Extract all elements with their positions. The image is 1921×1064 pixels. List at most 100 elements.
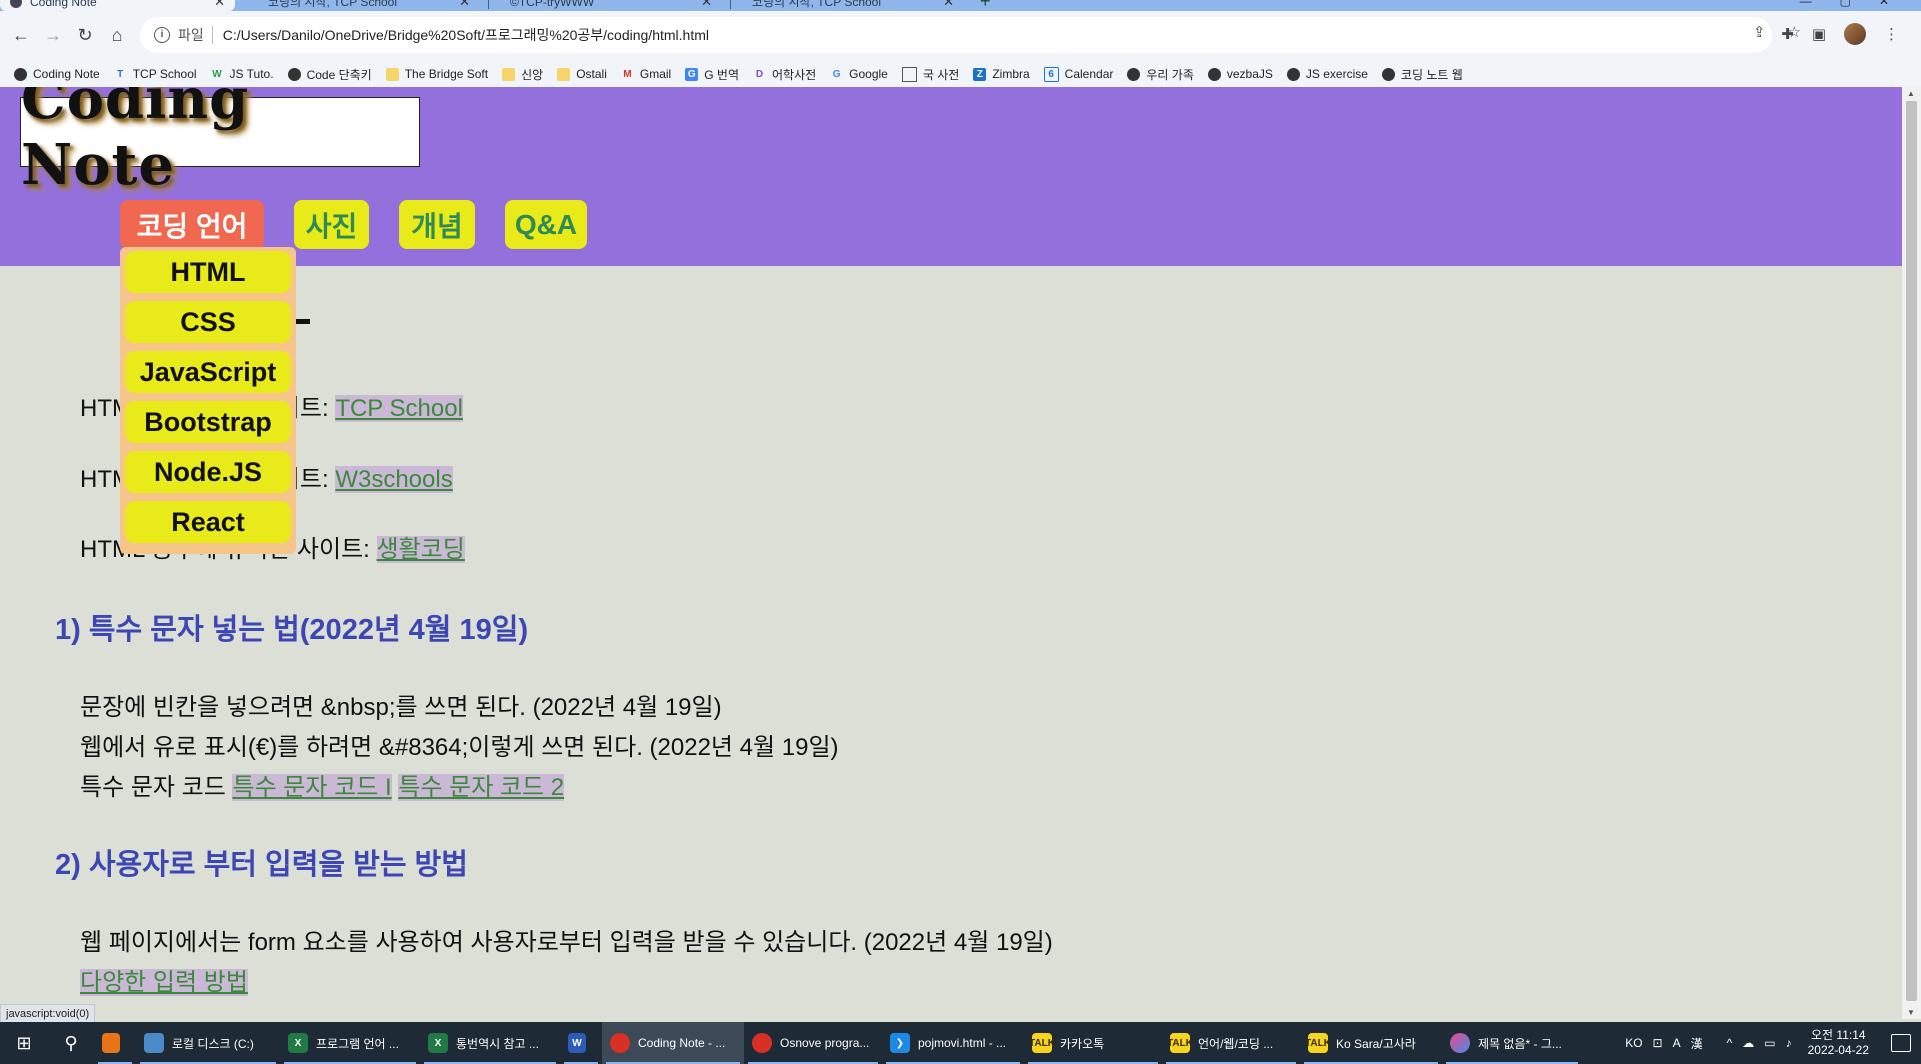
share-icon[interactable]: ⇪ [1753,23,1766,41]
link-opentutorials[interactable]: 생활코딩 [376,536,465,563]
bookmark-js-tuto[interactable]: W JS Tuto. [211,67,273,81]
maximize-icon[interactable]: ▢ [1840,0,1851,8]
ime-alpha[interactable]: A [1673,1036,1681,1050]
site-logo[interactable]: Coding Note [20,87,420,198]
t-icon: T [117,68,124,80]
taskbar-app-excel-2[interactable]: X 통번역시 참고 ... [420,1022,560,1064]
taskbar-app-file-explorer[interactable]: 로컬 디스크 (C:) [136,1022,280,1064]
taskbar-app[interactable] [94,1022,136,1064]
scroll-up-icon[interactable]: ▲ [1907,89,1915,98]
search-icon[interactable]: ⚲ [48,1022,94,1064]
link-special-chars-2[interactable]: 특수 문자 코드 2 [398,774,565,801]
bookmark-vezbajs[interactable]: vezbaJS [1207,67,1273,81]
tab-tcp-school[interactable]: 코딩의 시작, TCP School ✕ [258,0,480,11]
vertical-scrollbar[interactable]: ▲ ▼ [1902,87,1921,1019]
bookmark-coding-note-web[interactable]: 코딩 노트 웹 [1381,66,1463,83]
link-tcp-school[interactable]: TCP School [335,395,463,422]
bookmark-tcp-school[interactable]: T TCP School [114,67,196,81]
volume-icon[interactable]: ♪ [1786,1036,1792,1050]
dropdown-item-bootstrap[interactable]: Bootstrap [125,401,291,443]
tab-coding-note[interactable]: Coding Note ✕ [0,0,235,11]
reload-icon[interactable]: ↻ [74,24,96,46]
bookmark-folder-faith[interactable]: 신앙 [502,66,543,83]
link-w3schools[interactable]: W3schools [335,466,453,493]
taskbar-app-excel[interactable]: X 프로그램 언어 ... [280,1022,420,1064]
calendar-icon: 6 [1043,66,1059,82]
dropdown-item-html[interactable]: HTML [125,251,291,293]
taskbar-app-kakaotalk[interactable]: TALK 카카오톡 [1024,1022,1162,1064]
dropdown-item-css[interactable]: CSS [125,301,291,343]
taskbar-app-chrome-coding-note[interactable]: Coding Note - ... [602,1022,744,1064]
taskbar-app-chrome-osnove[interactable]: Osnove progra... [744,1022,882,1064]
dropdown-item-nodejs[interactable]: Node.JS [125,451,291,493]
notification-icon[interactable] [1891,1034,1911,1052]
ime-hanja[interactable]: 漢 [1691,1035,1703,1052]
bookmark-label: Ostali [576,67,607,81]
paragraph-line: 웹 페이지에서는 form 요소를 사용하여 사용자로부터 입력을 받을 수 있… [80,929,1053,956]
close-icon[interactable]: ✕ [214,0,225,10]
clock[interactable]: 오전 11:14 2022-04-22 [1808,1028,1869,1058]
close-icon[interactable]: ✕ [943,0,954,10]
tab-title: ©TCP-tryWWW [510,0,595,9]
dropdown-item-react[interactable]: React [125,501,291,543]
close-icon[interactable]: ✕ [459,0,470,10]
forward-icon[interactable]: → [42,24,64,46]
scroll-down-icon[interactable]: ▼ [1907,1008,1915,1017]
new-tab-button[interactable]: + [980,0,991,11]
bookmark-label: The Bridge Soft [404,67,489,81]
dictionary-icon [901,66,917,82]
home-icon[interactable]: ⌂ [106,24,128,46]
menu-coding-languages[interactable]: 코딩 언어 [120,200,264,249]
globe-icon [1286,67,1300,81]
chrome-icon [752,1033,772,1053]
bookmark-code-shortcuts[interactable]: Code 단축키 [287,66,372,83]
bookmark-google[interactable]: G Google [830,67,888,81]
cloud-icon[interactable]: ☁ [1742,1036,1754,1050]
tab-tcp-trywww[interactable]: ©TCP-tryWWW ✕ [500,0,722,11]
bookmark-korean-dictionary[interactable]: 국 사전 [901,66,959,83]
bookmark-folder-ostali[interactable]: Ostali [557,67,607,81]
menu-dots-icon[interactable]: ⋮ [1884,25,1899,43]
scrollbar-thumb[interactable] [1906,101,1917,1001]
bookmark-dictionary[interactable]: D 어학사전 [753,66,816,83]
bookmark-coding-note[interactable]: Coding Note [14,67,100,81]
info-icon[interactable]: i [154,27,170,43]
taskbar-app-kakaotalk-chat[interactable]: TALK 언어/웹/코딩 ... [1162,1022,1300,1064]
link-input-methods[interactable]: 다양한 입력 방법 [80,969,248,996]
tray-language[interactable]: KO [1625,1036,1642,1050]
menu-concepts[interactable]: 개념 [399,200,475,249]
taskbar-app-kakaotalk-chat-2[interactable]: TALK Ko Sara/고사라 [1300,1022,1442,1064]
tab-tcp-school-2[interactable]: 코딩의 시작, TCP School ✕ [742,0,964,11]
bookmark-folder-bridge-soft[interactable]: The Bridge Soft [385,67,489,81]
taskbar-app-word[interactable]: W [560,1022,602,1064]
folder-icon [502,67,516,81]
back-icon[interactable]: ← [10,24,32,46]
profile-avatar[interactable] [1844,23,1866,45]
ime-mode-icon[interactable]: ⊡ [1653,1036,1663,1050]
bookmark-zimbra[interactable]: Z Zimbra [973,67,1030,81]
dropdown-item-javascript[interactable]: JavaScript [125,351,291,393]
menu-photos[interactable]: 사진 [294,200,369,249]
bookmark-js-exercise[interactable]: JS exercise [1286,67,1368,81]
taskbar-app-vscode[interactable]: ❯ pojmovi.html - ... [882,1022,1024,1064]
bookmark-translate[interactable]: G G 번역 [685,66,739,83]
paragraph-line: 문장에 빈칸을 넣으려면 &nbsp;를 쓰면 된다. (2022년 4월 19… [80,694,722,721]
link-special-chars-1[interactable]: 특수 문자 코드 I [232,774,392,801]
close-window-icon[interactable]: ✕ [1879,0,1889,8]
chevron-up-icon[interactable]: ^ [1727,1036,1733,1050]
bookmark-calendar[interactable]: 6 Calendar [1043,66,1113,82]
address-input[interactable]: i 파일 C:/Users/Danilo/OneDrive/Bridge%20S… [140,17,1772,53]
extensions-icon[interactable]: ✚ [1781,25,1794,43]
close-icon[interactable]: ✕ [701,0,712,10]
address-bar-row: ← → ↻ ⌂ i 파일 C:/Users/Danilo/OneDrive/Br… [0,11,1921,61]
minimize-icon[interactable]: — [1800,0,1812,8]
bookmark-gmail[interactable]: M Gmail [621,67,671,81]
network-icon[interactable]: ▭ [1764,1036,1775,1050]
bookmark-family[interactable]: 우리 가족 [1127,66,1194,83]
globe-icon [1381,67,1395,81]
side-panel-icon[interactable]: ▣ [1812,25,1826,43]
menu-qna[interactable]: Q&A [505,200,587,249]
taskbar-app-paint[interactable]: 제목 없음* - 그... [1442,1022,1582,1064]
windows-start-icon[interactable]: ⊞ [0,1022,48,1064]
globe-icon [10,0,22,8]
